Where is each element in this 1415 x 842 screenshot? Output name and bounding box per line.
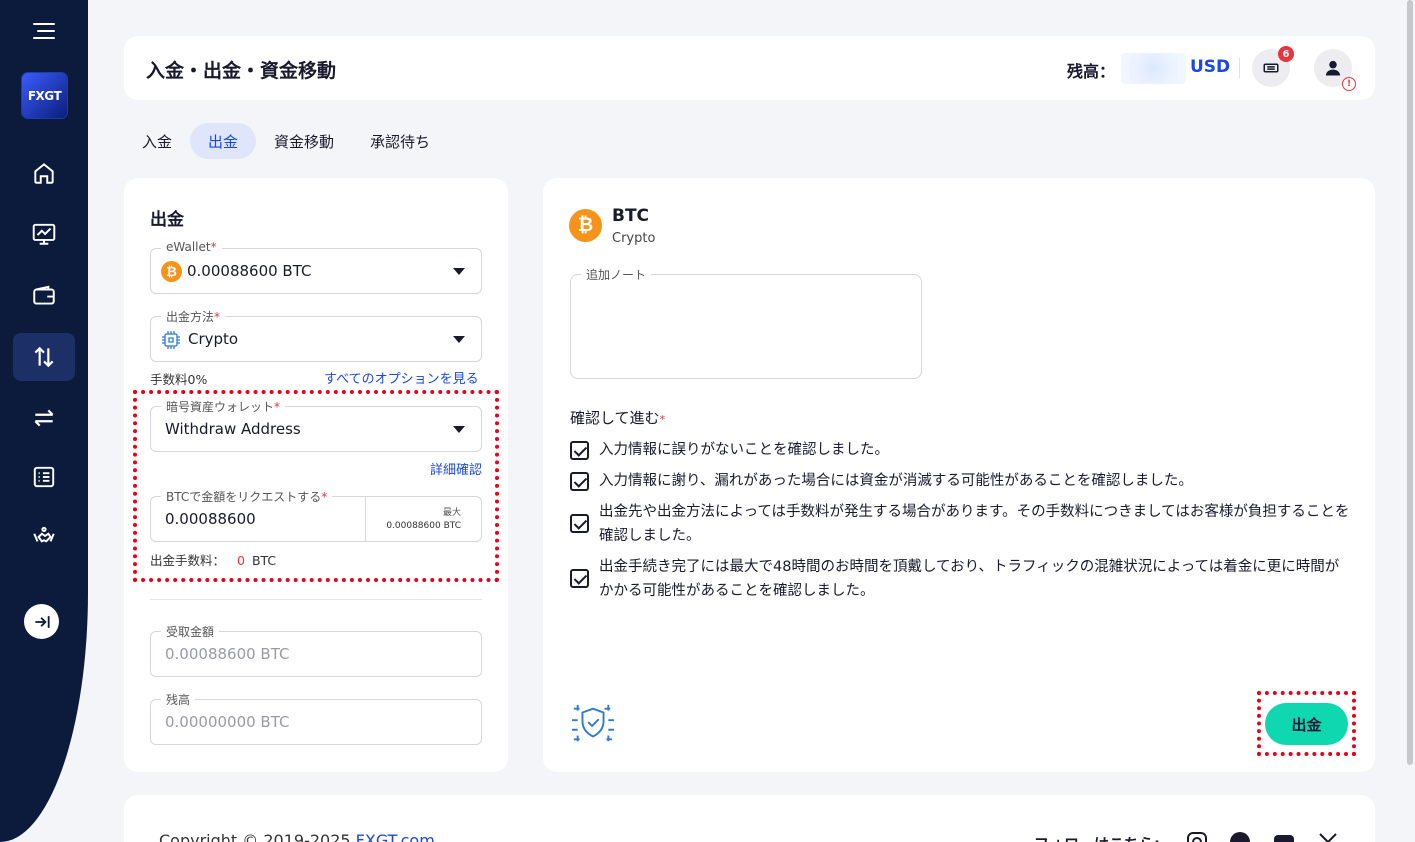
- expand-sidebar-button[interactable]: [24, 604, 59, 639]
- confirm-check-row[interactable]: 入力情報に誤りがないことを確認しました。: [570, 438, 1350, 462]
- arrow-right-bar-icon: [34, 615, 50, 628]
- balance-value-hidden: [1121, 53, 1186, 84]
- fxgt-link[interactable]: FXGT.com: [356, 831, 435, 842]
- follow-label: フォローはこちら:: [1034, 833, 1160, 842]
- confirm-check-row[interactable]: 出金手続き完了には最大で48時間のお時間を頂戴しており、トラフィックの混雑状況に…: [570, 555, 1350, 603]
- transfer-horizontal-icon: [34, 409, 54, 427]
- confirm-check-row[interactable]: 出金先や出金方法によっては手数料が発生する場合があります。その手数料につきまして…: [570, 500, 1350, 548]
- additional-note-label: 追加ノート: [581, 266, 652, 283]
- ticket-icon: [1263, 63, 1279, 73]
- sidebar-item-home[interactable]: [13, 149, 75, 197]
- sidebar-item-partner[interactable]: [13, 513, 75, 561]
- additional-note-textarea[interactable]: 追加ノート: [570, 266, 922, 379]
- sidebar-item-deposit-withdraw[interactable]: [13, 333, 75, 381]
- sidebar: FXGT: [0, 0, 88, 842]
- instagram-icon[interactable]: [1185, 830, 1209, 842]
- ewallet-label: eWallet: [166, 240, 211, 254]
- ewallet-select[interactable]: eWallet* ₿ 0.00088600 BTC: [150, 240, 482, 294]
- confirm-check-text: 入力情報に誤りがないことを確認しました。: [599, 442, 889, 458]
- sidebar-item-wallet[interactable]: [13, 272, 75, 320]
- sidebar-item-transfer[interactable]: [13, 394, 75, 442]
- alert-icon: !: [1342, 77, 1356, 91]
- notification-badge: 6: [1278, 46, 1294, 62]
- receive-amount-label: 受取金額: [161, 623, 220, 640]
- crypto-chip-icon: [162, 331, 180, 349]
- checkbox-checked[interactable]: [570, 441, 589, 460]
- confirm-check-row[interactable]: 入力情報に謝り、漏れがあった場合には資金が消滅する可能性があることを確認しました…: [570, 469, 1350, 493]
- bitcoin-icon: ₿: [161, 261, 182, 282]
- menu-icon[interactable]: [33, 21, 55, 41]
- fxgt-logo[interactable]: FXGT: [22, 73, 67, 118]
- tab-bar: 入金 出金 資金移動 承認待ち: [124, 123, 448, 159]
- transfer-vertical-icon: [34, 346, 54, 368]
- confirm-check-text: 出金手続き完了には最大で48時間のお時間を頂戴しており、トラフィックの混雑状況に…: [599, 559, 1340, 599]
- user-icon: [1325, 60, 1341, 76]
- see-all-options-link[interactable]: すべてのオプションを見る: [324, 368, 479, 387]
- withdraw-method-label: 出金方法: [166, 310, 215, 324]
- facebook-icon[interactable]: [1228, 830, 1252, 842]
- chevron-down-icon: [453, 268, 465, 275]
- copyright-text: Copyright © 2019-2025: [159, 831, 356, 842]
- coin-type: Crypto: [612, 231, 656, 246]
- withdraw-method-value: Crypto: [188, 330, 239, 348]
- remaining-balance-value: 0.00000000 BTC: [165, 713, 290, 731]
- withdraw-method-select[interactable]: 出金方法* Crypto: [150, 308, 482, 362]
- youtube-icon[interactable]: [1272, 830, 1296, 842]
- tab-withdraw[interactable]: 出金: [190, 123, 257, 159]
- balance-label: 残高：: [1067, 62, 1116, 81]
- x-icon[interactable]: [1316, 830, 1340, 842]
- sidebar-item-history[interactable]: [13, 453, 75, 501]
- withdraw-form-title: 出金: [150, 210, 184, 230]
- tab-transfer[interactable]: 資金移動: [256, 123, 352, 159]
- confirm-check-text: 入力情報に謝り、漏れがあった場合には資金が消滅する可能性があることを確認しました…: [599, 473, 1193, 489]
- highlight-box-submit: [1257, 691, 1356, 756]
- home-icon: [34, 163, 54, 184]
- copyright: Copyright © 2019-2025 FXGT.com: [159, 831, 435, 842]
- checkbox-checked[interactable]: [570, 472, 589, 491]
- notifications-button[interactable]: 6: [1252, 46, 1294, 87]
- page-title: 入金・出金・資金移動: [146, 60, 337, 82]
- checkbox-checked[interactable]: [570, 514, 589, 533]
- receive-amount-field: 受取金額 0.00088600 BTC: [150, 623, 482, 677]
- wallet-icon: [33, 285, 55, 305]
- ewallet-value: 0.00088600 BTC: [187, 262, 312, 280]
- chart-icon: [32, 223, 56, 245]
- receive-amount-value: 0.00088600 BTC: [165, 645, 290, 663]
- bitcoin-icon: ₿: [569, 209, 602, 242]
- confirm-check-text: 出金先や出金方法によっては手数料が発生する場合があります。その手数料につきまして…: [599, 504, 1350, 544]
- security-shield-icon: [571, 704, 615, 742]
- list-icon: [33, 466, 55, 488]
- fee-text: 手数料0%: [150, 372, 208, 387]
- divider: [150, 599, 482, 600]
- confirm-card: ₿ BTC Crypto 追加ノート 確認して進む* 入力情報に誤りがないことを…: [543, 178, 1375, 772]
- page-header: 入金・出金・資金移動 残高： USD 6 !: [124, 36, 1375, 100]
- chevron-down-icon: [453, 336, 465, 343]
- confirm-title: 確認して進む: [570, 409, 660, 427]
- footer: Copyright © 2019-2025 FXGT.com フォローはこちら:: [124, 795, 1375, 842]
- balance-currency: USD: [1190, 57, 1231, 77]
- tab-deposit[interactable]: 入金: [124, 123, 190, 159]
- sidebar-item-chart[interactable]: [13, 210, 75, 258]
- handshake-icon: [33, 526, 55, 543]
- page-scrollbar[interactable]: [1407, 0, 1413, 765]
- profile-button[interactable]: !: [1314, 49, 1356, 91]
- remaining-balance-label: 残高: [161, 691, 196, 708]
- header-divider: [1239, 58, 1240, 78]
- tab-pending[interactable]: 承認待ち: [352, 123, 448, 159]
- checkbox-checked[interactable]: [570, 569, 589, 588]
- highlight-box-wallet-amount: [133, 390, 499, 582]
- remaining-balance-field: 残高 0.00000000 BTC: [150, 691, 482, 745]
- coin-name: BTC: [612, 206, 650, 226]
